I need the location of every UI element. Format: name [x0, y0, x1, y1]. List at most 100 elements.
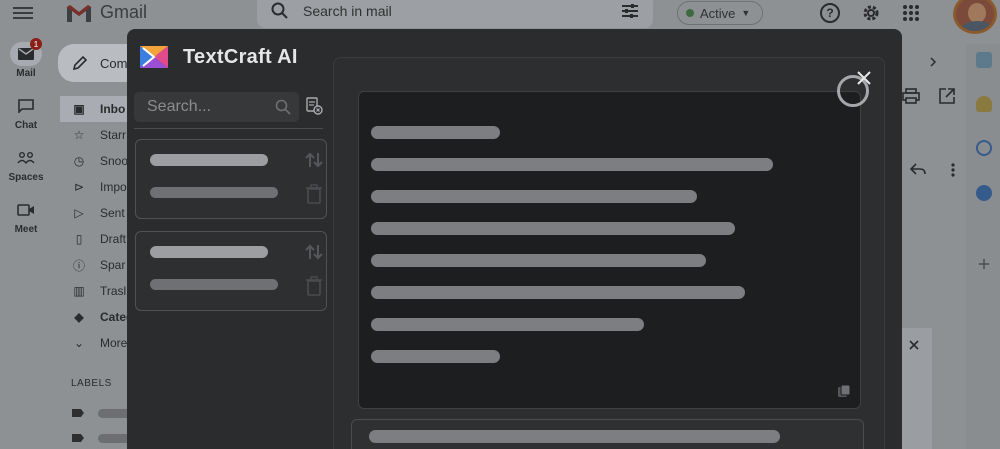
label-item[interactable] — [72, 433, 132, 443]
apps-grid-icon[interactable] — [902, 4, 920, 22]
delete-icon[interactable] — [305, 276, 323, 296]
svg-text:?: ? — [826, 6, 833, 20]
folder-label: Draft — [100, 232, 127, 246]
close-icon — [857, 71, 871, 85]
folder-label: Sent — [100, 206, 125, 220]
folder-label: Snoo — [100, 154, 129, 168]
video-camera-icon — [17, 204, 34, 216]
mail-search-bar[interactable]: Search in mail — [257, 0, 653, 28]
label-tag-icon — [72, 434, 84, 442]
labels-heading: LABELS — [71, 378, 112, 389]
status-selector[interactable]: Active ▼ — [677, 1, 763, 25]
keep-icon[interactable] — [976, 96, 992, 112]
rail-label-meet: Meet — [14, 224, 38, 235]
gmail-top-bar: Gmail Search in mail Active ▼ ? — [0, 0, 1000, 34]
compose-label: Com — [100, 55, 128, 71]
status-label: Active — [700, 5, 736, 21]
pencil-icon — [72, 55, 88, 71]
unread-badge: 1 — [30, 38, 42, 50]
rail-item-chat[interactable]: Chat — [0, 86, 52, 138]
folder-label: Spar — [100, 258, 126, 272]
textcraft-brand: TextCraft AI — [139, 45, 298, 69]
output-text-placeholder-line — [371, 158, 773, 171]
rail-label-mail: Mail — [16, 68, 36, 79]
settings-gear-icon[interactable] — [860, 2, 882, 24]
history-item-title-placeholder — [150, 246, 268, 258]
close-button[interactable] — [853, 67, 875, 89]
output-text-placeholder-line — [371, 350, 500, 363]
chevron-right-icon[interactable] — [928, 56, 938, 68]
side-panel-rail — [966, 44, 1000, 449]
tasks-icon[interactable] — [976, 140, 992, 156]
delete-icon[interactable] — [305, 184, 323, 204]
chevron-down-icon: ▼ — [741, 8, 751, 18]
contacts-icon[interactable] — [976, 185, 992, 201]
important-icon: ⊳ — [73, 180, 85, 194]
folder-label: Inbo — [100, 102, 126, 116]
history-item-title-placeholder — [150, 154, 268, 166]
more-vert-icon[interactable] — [950, 162, 956, 178]
rail-item-spaces[interactable]: Spaces — [0, 138, 52, 190]
star-icon: ☆ — [73, 128, 85, 142]
spam-icon: ⓘ — [72, 258, 85, 273]
history-search-input[interactable] — [147, 98, 267, 116]
output-text-placeholder-line — [371, 190, 697, 203]
folder-label: Impo — [100, 180, 127, 194]
rail-item-meet[interactable]: Meet — [0, 190, 52, 242]
generated-output-area[interactable] — [358, 91, 861, 409]
app-rail: 1 Mail Chat Spaces Meet — [0, 34, 52, 242]
output-text-placeholder-line — [371, 254, 706, 267]
chat-icon — [18, 99, 34, 113]
open-in-new-window-icon[interactable] — [938, 87, 956, 105]
output-text-placeholder-line — [371, 286, 745, 299]
folder-label: Starr — [100, 128, 127, 142]
textcraft-logo-icon — [140, 46, 168, 68]
print-icon[interactable] — [902, 88, 920, 104]
history-item-preview-placeholder — [150, 187, 278, 198]
label-tag-icon — [72, 409, 84, 417]
send-icon: ▷ — [74, 206, 84, 220]
help-icon[interactable]: ? — [819, 2, 841, 24]
trash-icon: ▥ — [73, 284, 85, 298]
output-text-placeholder-line — [371, 126, 500, 139]
history-item[interactable] — [135, 231, 327, 311]
add-icon[interactable] — [978, 258, 990, 270]
search-icon — [275, 99, 291, 115]
textcraft-modal: TextCraft AI — [127, 29, 902, 449]
output-text-placeholder-line — [371, 318, 644, 331]
account-avatar[interactable] — [953, 0, 997, 34]
swap-vertical-icon[interactable] — [304, 242, 324, 262]
folder-label: More — [100, 336, 128, 350]
calendar-icon[interactable] — [976, 52, 992, 68]
label-icon: ◆ — [74, 310, 84, 324]
reply-icon[interactable] — [910, 163, 926, 175]
inbox-icon: ▣ — [73, 102, 85, 116]
main-menu-icon[interactable] — [13, 4, 33, 20]
chevron-down-icon: ⌄ — [73, 336, 85, 350]
rail-label-chat: Chat — [14, 120, 38, 131]
clock-icon: ◷ — [73, 154, 85, 168]
mail-icon — [18, 48, 34, 60]
status-dot — [686, 9, 694, 17]
rail-item-mail[interactable]: 1 Mail — [0, 34, 52, 86]
search-icon[interactable] — [271, 2, 289, 20]
sidebar-divider — [134, 128, 323, 129]
label-item[interactable] — [72, 408, 132, 418]
spaces-icon — [17, 152, 35, 164]
folder-label: Trasl — [100, 284, 127, 298]
close-icon[interactable] — [909, 340, 919, 350]
history-item-preview-placeholder — [150, 279, 278, 290]
gmail-wordmark: Gmail — [100, 2, 148, 22]
mail-search-placeholder: Search in mail — [303, 3, 392, 19]
rail-label-spaces: Spaces — [8, 172, 44, 183]
prompt-input-area[interactable] — [351, 419, 864, 449]
history-search-bar[interactable] — [134, 92, 299, 122]
gmail-logo[interactable]: Gmail — [66, 2, 147, 23]
search-options-icon[interactable] — [621, 3, 639, 19]
history-item[interactable] — [135, 139, 327, 219]
copy-icon[interactable] — [837, 384, 851, 398]
swap-vertical-icon[interactable] — [304, 150, 324, 170]
textcraft-title: TextCraft AI — [183, 45, 298, 68]
clear-history-icon[interactable] — [305, 97, 323, 115]
gmail-m-icon — [67, 4, 91, 22]
